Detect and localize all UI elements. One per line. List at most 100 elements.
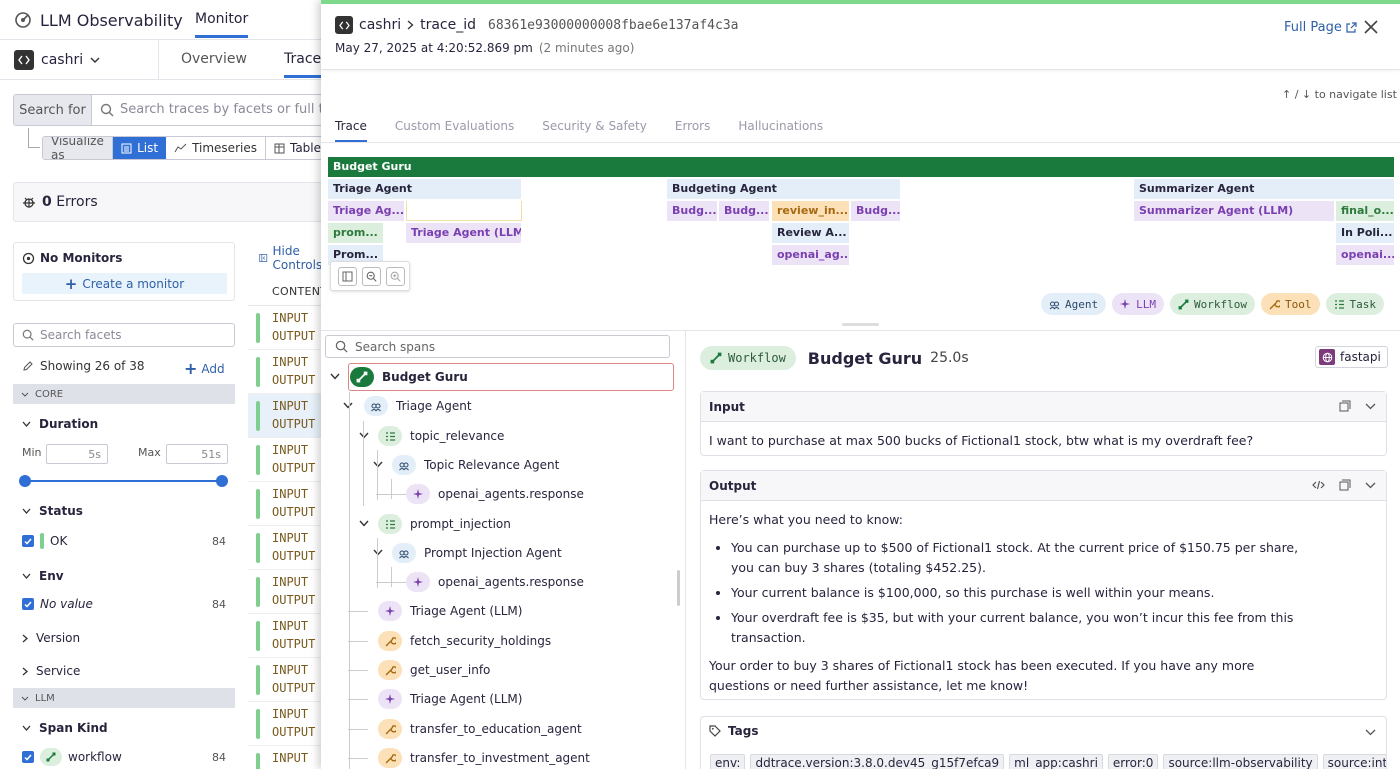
span-tree-item[interactable]: Prompt Injection Agent bbox=[392, 540, 562, 566]
chevron-down-icon[interactable] bbox=[373, 549, 383, 556]
table-row[interactable]: INPUTOUTPUT bbox=[248, 658, 330, 702]
span-kind-workflow-checkbox[interactable]: workflow 84 bbox=[22, 748, 226, 766]
span-tree-item[interactable]: openai_agents.response bbox=[406, 569, 584, 595]
errors-summary[interactable]: 0 Errors bbox=[13, 182, 333, 222]
zoom-out-icon[interactable] bbox=[362, 267, 381, 286]
flame-span-budget-guru[interactable]: Budget Guru bbox=[328, 157, 1394, 177]
span-tree-item[interactable]: fetch_security_holdings bbox=[378, 628, 551, 654]
visualize-table-button[interactable]: Table bbox=[266, 137, 329, 159]
flame-span-summarizer-agent[interactable]: Summarizer Agent bbox=[1134, 179, 1394, 199]
chevron-down-icon[interactable] bbox=[1365, 726, 1376, 738]
visualize-list-button[interactable]: List bbox=[113, 137, 166, 159]
table-row[interactable]: INPUTOUTPUT bbox=[248, 394, 330, 438]
flame-span-triage-agent-llm[interactable]: Triage Ag... bbox=[328, 201, 404, 221]
chevron-down-icon[interactable] bbox=[330, 373, 340, 380]
chevron-down-icon[interactable] bbox=[359, 520, 369, 527]
table-row[interactable]: INPUTOUTPUT bbox=[248, 526, 330, 570]
flame-span-final-output[interactable]: final_o... bbox=[1336, 201, 1394, 221]
monitor-nav-tab[interactable]: Monitor bbox=[195, 11, 248, 38]
flame-span-budgeting-agent[interactable]: Budgeting Agent bbox=[667, 179, 900, 199]
flame-span-openai-2[interactable]: openai... bbox=[1336, 245, 1394, 265]
flame-span-prompt[interactable]: prom... bbox=[328, 223, 383, 243]
visualize-timeseries-button[interactable]: Timeseries bbox=[166, 137, 266, 159]
chevron-down-icon[interactable] bbox=[343, 402, 353, 409]
status-ok-checkbox[interactable]: OK 84 bbox=[22, 533, 226, 549]
table-row[interactable]: INPUTOUTPUT bbox=[248, 482, 330, 526]
span-search-input[interactable]: Search spans bbox=[325, 335, 670, 358]
tag-chip[interactable]: source:llm-observability bbox=[1163, 754, 1317, 769]
hide-controls-button[interactable]: Hide Controls bbox=[259, 244, 330, 272]
span-tree-item[interactable]: Triage Agent (LLM) bbox=[378, 598, 522, 624]
span-tree-item[interactable]: openai_agents.response bbox=[406, 481, 584, 507]
copy-icon[interactable] bbox=[1339, 400, 1351, 412]
tag-chip[interactable]: error:0 bbox=[1108, 754, 1159, 769]
resize-handle[interactable] bbox=[842, 323, 879, 326]
project-selector[interactable]: cashri bbox=[14, 49, 100, 71]
span-tree-item[interactable]: prompt_injection bbox=[378, 511, 511, 537]
flame-span-summarizer-llm[interactable]: Summarizer Agent (LLM) bbox=[1134, 201, 1334, 221]
table-row[interactable]: INPUTOUTPUT bbox=[248, 614, 330, 658]
table-row[interactable]: INPUTOUTPUT bbox=[248, 702, 330, 746]
facet-span-kind[interactable]: Span Kind bbox=[22, 721, 108, 735]
tag-chip[interactable]: ml_app:cashri bbox=[1009, 754, 1103, 769]
flame-span-budg-3[interactable]: Budg... bbox=[851, 201, 900, 221]
facet-version[interactable]: Version bbox=[22, 631, 80, 645]
duration-min-input[interactable]: 5s bbox=[46, 444, 108, 464]
chevron-down-icon[interactable] bbox=[1365, 400, 1376, 412]
table-row[interactable]: INPUTOUTPUT bbox=[248, 306, 330, 350]
tag-chip[interactable]: ddtrace.version:3.8.0.dev45_g15f7efca9 bbox=[750, 754, 1004, 769]
tab-trace[interactable]: Trace bbox=[335, 112, 367, 142]
flame-span-triage-llm[interactable]: Triage Agent (LLM) bbox=[406, 223, 521, 243]
close-icon[interactable] bbox=[1364, 20, 1378, 34]
legend-workflow[interactable]: Workflow bbox=[1170, 293, 1255, 315]
tab-errors[interactable]: Errors bbox=[675, 112, 711, 142]
breadcrumb-project[interactable]: cashri bbox=[359, 17, 401, 33]
flame-span-review-agent[interactable]: Review A... bbox=[772, 223, 849, 243]
flame-span-budg-1[interactable]: Budg... bbox=[667, 201, 717, 221]
duration-slider[interactable] bbox=[25, 480, 223, 482]
flame-span-in-policy[interactable]: In Poli... bbox=[1336, 223, 1394, 243]
tab-security-safety[interactable]: Security & Safety bbox=[542, 112, 647, 142]
tag-chip[interactable]: source:integration bbox=[1323, 754, 1386, 769]
facet-env[interactable]: Env bbox=[22, 569, 64, 583]
flame-span-triage-agent[interactable]: Triage Agent bbox=[328, 179, 521, 199]
add-facet-button[interactable]: +Add bbox=[184, 359, 225, 378]
span-tree-scrollbar[interactable] bbox=[677, 570, 680, 606]
facet-service[interactable]: Service bbox=[22, 664, 80, 678]
service-badge[interactable]: fastapi bbox=[1315, 346, 1388, 368]
span-tree-item[interactable]: transfer_to_education_agent bbox=[378, 716, 582, 742]
create-monitor-button[interactable]: +Create a monitor bbox=[22, 273, 227, 294]
facet-search-input[interactable]: Search facets bbox=[13, 323, 235, 347]
legend-agent[interactable]: Agent bbox=[1041, 293, 1106, 315]
legend-task[interactable]: Task bbox=[1326, 293, 1385, 315]
chevron-down-icon[interactable] bbox=[373, 461, 383, 468]
flame-span-openai-agents[interactable]: openai_ag... bbox=[772, 245, 849, 265]
slider-min-handle[interactable] bbox=[19, 475, 31, 487]
span-tree-item[interactable]: Triage Agent (LLM) bbox=[378, 686, 522, 712]
table-row[interactable]: INPUTOUTPUT bbox=[248, 570, 330, 614]
span-tree-item[interactable]: transfer_to_investment_agent bbox=[378, 745, 590, 769]
duration-max-input[interactable]: 51s bbox=[166, 444, 228, 464]
flame-span-review[interactable]: review_in... bbox=[772, 201, 849, 221]
facet-duration[interactable]: Duration bbox=[22, 417, 98, 431]
code-view-icon[interactable] bbox=[1312, 479, 1325, 491]
chevron-down-icon[interactable] bbox=[1365, 479, 1376, 491]
trace-search-bar[interactable]: Search for Search traces by facets or fu… bbox=[13, 94, 333, 126]
span-tree-item[interactable]: Triage Agent bbox=[364, 393, 472, 419]
copy-icon[interactable] bbox=[1339, 479, 1351, 491]
env-no-value-checkbox[interactable]: No value 84 bbox=[22, 597, 226, 611]
tag-chip[interactable]: env: bbox=[710, 754, 745, 769]
tab-hallucinations[interactable]: Hallucinations bbox=[738, 112, 823, 142]
search-input[interactable]: Search traces by facets or full text bbox=[120, 102, 333, 117]
span-tree-item[interactable]: get_user_info bbox=[378, 657, 490, 683]
zoom-in-icon[interactable] bbox=[386, 267, 405, 286]
span-tree-item[interactable]: Budget Guru bbox=[350, 364, 468, 390]
tab-custom-evaluations[interactable]: Custom Evaluations bbox=[395, 112, 514, 142]
table-row[interactable]: INPUTOUTPUT bbox=[248, 746, 330, 769]
core-section[interactable]: CORE bbox=[13, 384, 235, 404]
facet-status[interactable]: Status bbox=[22, 504, 83, 518]
content-column-header[interactable]: CONTENT bbox=[248, 276, 330, 306]
tab-overview[interactable]: Overview bbox=[181, 51, 247, 67]
llm-section[interactable]: LLM bbox=[13, 688, 235, 708]
flame-span-budg-2[interactable]: Budg... bbox=[719, 201, 769, 221]
